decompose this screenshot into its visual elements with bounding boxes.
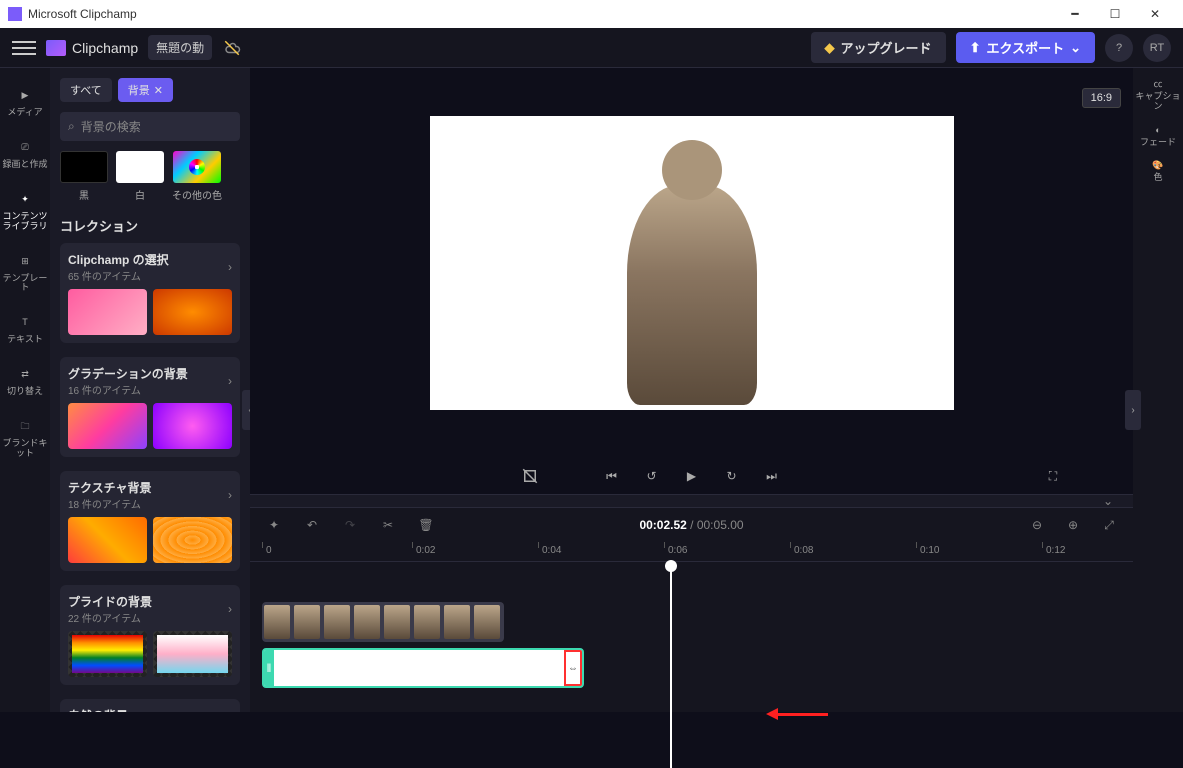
track-clip-video[interactable] bbox=[262, 602, 504, 642]
maximize-button[interactable]: ☐ bbox=[1095, 0, 1135, 28]
timeline-playhead[interactable] bbox=[670, 568, 672, 768]
inspector-fade[interactable]: ◐フェード bbox=[1140, 126, 1176, 148]
chevron-right-icon: › bbox=[228, 488, 232, 502]
swatch-other-colors[interactable]: その他の色 bbox=[172, 151, 222, 202]
preview-content-cat bbox=[627, 185, 757, 405]
help-button[interactable]: ? bbox=[1105, 34, 1133, 62]
window-titlebar: Microsoft Clipchamp ━ ☐ ✕ bbox=[0, 0, 1183, 28]
chevron-right-icon: › bbox=[228, 260, 232, 274]
filter-chip-all[interactable]: すべて bbox=[60, 78, 112, 102]
timeline-tracks[interactable]: ‖ ⇔ bbox=[250, 562, 1133, 694]
collection-clipchamp-picks[interactable]: Clipchamp の選択65 件のアイテム› bbox=[60, 243, 240, 343]
split-button[interactable]: ✂ bbox=[376, 513, 400, 537]
right-inspector-rail: ㏄キャプション ◐フェード 🎨色 › bbox=[1133, 68, 1183, 712]
export-button[interactable]: ⬆ エクスポート ⌄ bbox=[956, 32, 1095, 63]
app-header: Clipchamp 無題の動 ◆ アップグレード ⬆ エクスポート ⌄ ? RT bbox=[0, 28, 1183, 68]
user-avatar[interactable]: RT bbox=[1143, 34, 1171, 62]
minimize-button[interactable]: ━ bbox=[1055, 0, 1095, 28]
nav-media[interactable]: ▶メディア bbox=[0, 80, 50, 124]
clip-handle-left[interactable]: ‖ bbox=[264, 650, 274, 686]
search-placeholder: 背景の検索 bbox=[81, 118, 141, 135]
video-preview-canvas[interactable] bbox=[430, 116, 954, 410]
app-icon bbox=[8, 7, 22, 21]
diamond-icon: ◆ bbox=[825, 40, 835, 56]
close-icon[interactable]: ✕ bbox=[154, 84, 163, 97]
annotation-arrow bbox=[766, 703, 828, 724]
swatch-black[interactable]: 黒 bbox=[60, 151, 108, 202]
brand-label: Clipchamp bbox=[72, 40, 138, 56]
search-icon: ⌕ bbox=[68, 119, 75, 134]
text-icon: T bbox=[15, 313, 35, 333]
playback-controls: ⏮ ↺ ▶ ↻ ⏭ ⛶ bbox=[250, 458, 1133, 494]
upgrade-label: アップグレード bbox=[841, 38, 932, 57]
window-title: Microsoft Clipchamp bbox=[28, 7, 1055, 21]
collapse-inspector-button[interactable]: › bbox=[1125, 390, 1141, 430]
templates-icon: ⊞ bbox=[15, 252, 35, 272]
project-name-input[interactable]: 無題の動 bbox=[148, 35, 212, 60]
inspector-captions[interactable]: ㏄キャプション bbox=[1133, 80, 1183, 112]
media-icon: ▶ bbox=[15, 86, 35, 106]
collections-header: コレクション bbox=[50, 208, 250, 239]
nav-brandkit[interactable]: 🗀ブランドキット bbox=[0, 411, 50, 465]
collection-nature-bg[interactable]: 自然の背景16 件のアイテム› bbox=[60, 699, 240, 712]
upgrade-button[interactable]: ◆ アップグレード bbox=[811, 32, 946, 63]
play-button[interactable]: ▶ bbox=[680, 464, 704, 488]
left-nav-rail: ▶メディア ⎚録画と作成 ✦コンテンツライブラリ ⊞テンプレート Tテキスト ⇄… bbox=[0, 68, 50, 712]
collection-pride-bg[interactable]: プライドの背景22 件のアイテム› bbox=[60, 585, 240, 685]
timeline-ruler[interactable]: 0 0:02 0:04 0:06 0:08 0:10 0:12 bbox=[250, 542, 1133, 562]
nav-content-library[interactable]: ✦コンテンツライブラリ bbox=[0, 184, 50, 238]
close-button[interactable]: ✕ bbox=[1135, 0, 1175, 28]
collapse-panel-button[interactable]: ‹ bbox=[242, 390, 250, 430]
content-panel: すべて 背景✕ ⌕ 背景の検索 黒 白 その他の色 コレクション Clipcha… bbox=[50, 68, 250, 712]
fullscreen-button[interactable]: ⛶ bbox=[1041, 464, 1065, 488]
redo-button[interactable]: ↷ bbox=[338, 513, 362, 537]
timeline-toolbar: ✦ ↶ ↷ ✂ 🗑 00:02.52 / 00:05.00 ⊖ ⊕ ⤢ bbox=[250, 508, 1133, 542]
clipchamp-icon bbox=[46, 40, 66, 56]
menu-button[interactable] bbox=[12, 36, 36, 60]
zoom-in-button[interactable]: ⊕ bbox=[1061, 513, 1085, 537]
crop-button[interactable] bbox=[518, 464, 542, 488]
brandkit-icon: 🗀 bbox=[15, 417, 35, 437]
transitions-icon: ⇄ bbox=[15, 365, 35, 385]
nav-record[interactable]: ⎚録画と作成 bbox=[0, 132, 50, 176]
cc-icon: ㏄ bbox=[1153, 80, 1162, 90]
nav-transitions[interactable]: ⇄切り替え bbox=[0, 359, 50, 403]
fade-icon: ◐ bbox=[1155, 126, 1160, 136]
nav-templates[interactable]: ⊞テンプレート bbox=[0, 246, 50, 300]
nav-text[interactable]: Tテキスト bbox=[0, 307, 50, 351]
timecode-display: 00:02.52 / 00:05.00 bbox=[639, 518, 743, 532]
fit-timeline-button[interactable]: ⤢ bbox=[1097, 513, 1121, 537]
delete-split-button[interactable]: 🗑 bbox=[414, 513, 438, 537]
filter-chip-background[interactable]: 背景✕ bbox=[118, 78, 173, 102]
chevron-right-icon: › bbox=[228, 602, 232, 616]
collection-gradient-bg[interactable]: グラデーションの背景16 件のアイテム› bbox=[60, 357, 240, 457]
track-clip-background[interactable]: ‖ ⇔ bbox=[262, 648, 584, 688]
timeline-expand-toggle[interactable]: ⌄ bbox=[250, 494, 1133, 508]
sync-status-icon[interactable] bbox=[222, 39, 242, 57]
camera-icon: ⎚ bbox=[15, 138, 35, 158]
undo-button[interactable]: ↶ bbox=[300, 513, 324, 537]
magic-button[interactable]: ✦ bbox=[262, 513, 286, 537]
chevron-right-icon: › bbox=[228, 374, 232, 388]
brand-logo[interactable]: Clipchamp bbox=[46, 40, 138, 56]
editor-center: 16:9 ⏮ ↺ ▶ ↻ ⏭ ⛶ ⌄ ✦ ↶ ↷ ✂ 🗑 00: bbox=[250, 68, 1133, 712]
zoom-out-button[interactable]: ⊖ bbox=[1025, 513, 1049, 537]
export-label: エクスポート bbox=[986, 38, 1064, 57]
chevron-down-icon: ⌄ bbox=[1070, 40, 1081, 56]
forward-button[interactable]: ↻ bbox=[720, 464, 744, 488]
library-icon: ✦ bbox=[15, 190, 35, 210]
skip-start-button[interactable]: ⏮ bbox=[600, 464, 624, 488]
inspector-color[interactable]: 🎨色 bbox=[1152, 161, 1163, 183]
skip-end-button[interactable]: ⏭ bbox=[760, 464, 784, 488]
aspect-ratio-selector[interactable]: 16:9 bbox=[1082, 88, 1121, 108]
upload-icon: ⬆ bbox=[970, 40, 981, 56]
swatch-white[interactable]: 白 bbox=[116, 151, 164, 202]
rewind-button[interactable]: ↺ bbox=[640, 464, 664, 488]
collection-texture-bg[interactable]: テクスチャ背景18 件のアイテム› bbox=[60, 471, 240, 571]
palette-icon: 🎨 bbox=[1152, 161, 1163, 171]
timeline-area: ✦ ↶ ↷ ✂ 🗑 00:02.52 / 00:05.00 ⊖ ⊕ ⤢ 0 0:… bbox=[250, 508, 1133, 712]
clip-handle-right[interactable]: ⇔ bbox=[564, 650, 582, 686]
search-input[interactable]: ⌕ 背景の検索 bbox=[60, 112, 240, 141]
